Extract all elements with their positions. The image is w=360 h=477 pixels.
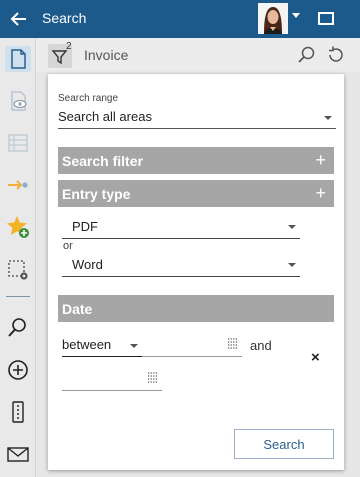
chevron-down-icon [130,344,138,348]
search-input[interactable]: Invoice [84,47,128,63]
mail-icon[interactable] [5,441,31,467]
add-circle-icon[interactable] [5,357,31,383]
page-title: Search [42,10,87,26]
date-to-field[interactable] [62,368,162,391]
sidebar [0,38,36,477]
entry-type-value: Word [72,257,103,272]
search-filter-header[interactable]: Search filter + [58,147,334,174]
add-icon[interactable]: + [315,183,326,204]
search-filter-panel: Search range Search all areas Search fil… [48,74,344,470]
document-icon[interactable] [5,46,31,72]
search-range-label: Search range [58,93,119,104]
and-label: and [250,338,272,353]
preview-icon[interactable] [5,88,31,114]
entry-type-header[interactable]: Entry type + [58,180,334,207]
date-from-field[interactable] [142,334,242,357]
search-range-select[interactable]: Search all areas [58,107,336,129]
chevron-down-icon [288,225,296,229]
entry-type-select-2[interactable]: Word [62,253,300,277]
list-icon[interactable] [5,130,31,156]
sidebar-divider [6,296,30,297]
search-button[interactable]: Search [234,429,334,459]
add-icon[interactable]: + [315,150,326,171]
window-icon[interactable] [318,12,334,25]
search-filter-label: Search filter [62,153,143,169]
entry-type-value: PDF [72,219,98,234]
search-range-value: Search all areas [58,109,152,124]
or-label: or [63,240,73,252]
date-header: Date [58,295,334,322]
arrow-left-icon[interactable] [8,8,30,30]
date-label: Date [62,301,93,317]
account-menu-caret-icon[interactable] [292,13,300,18]
date-operator-select[interactable]: between [62,334,142,357]
search-bar: 2 Invoice [36,38,360,72]
favorite-add-icon[interactable] [5,214,31,240]
chevron-down-icon [324,116,332,120]
calendar-grid-icon[interactable] [227,338,238,349]
search-icon[interactable] [5,315,31,341]
close-icon[interactable]: × [311,349,320,366]
device-icon[interactable] [5,399,31,425]
chevron-down-icon [288,263,296,267]
reset-icon[interactable] [325,45,345,65]
search-icon[interactable] [296,45,316,65]
filter-count: 2 [66,41,72,52]
date-operator-value: between [62,337,112,352]
selection-settings-icon[interactable] [5,256,31,282]
workflow-icon[interactable] [5,172,31,198]
calendar-grid-icon[interactable] [147,372,158,383]
entry-type-select-1[interactable]: PDF [62,215,300,239]
user-avatar[interactable] [258,3,288,34]
app-header: Search [0,0,360,38]
entry-type-label: Entry type [62,186,131,202]
